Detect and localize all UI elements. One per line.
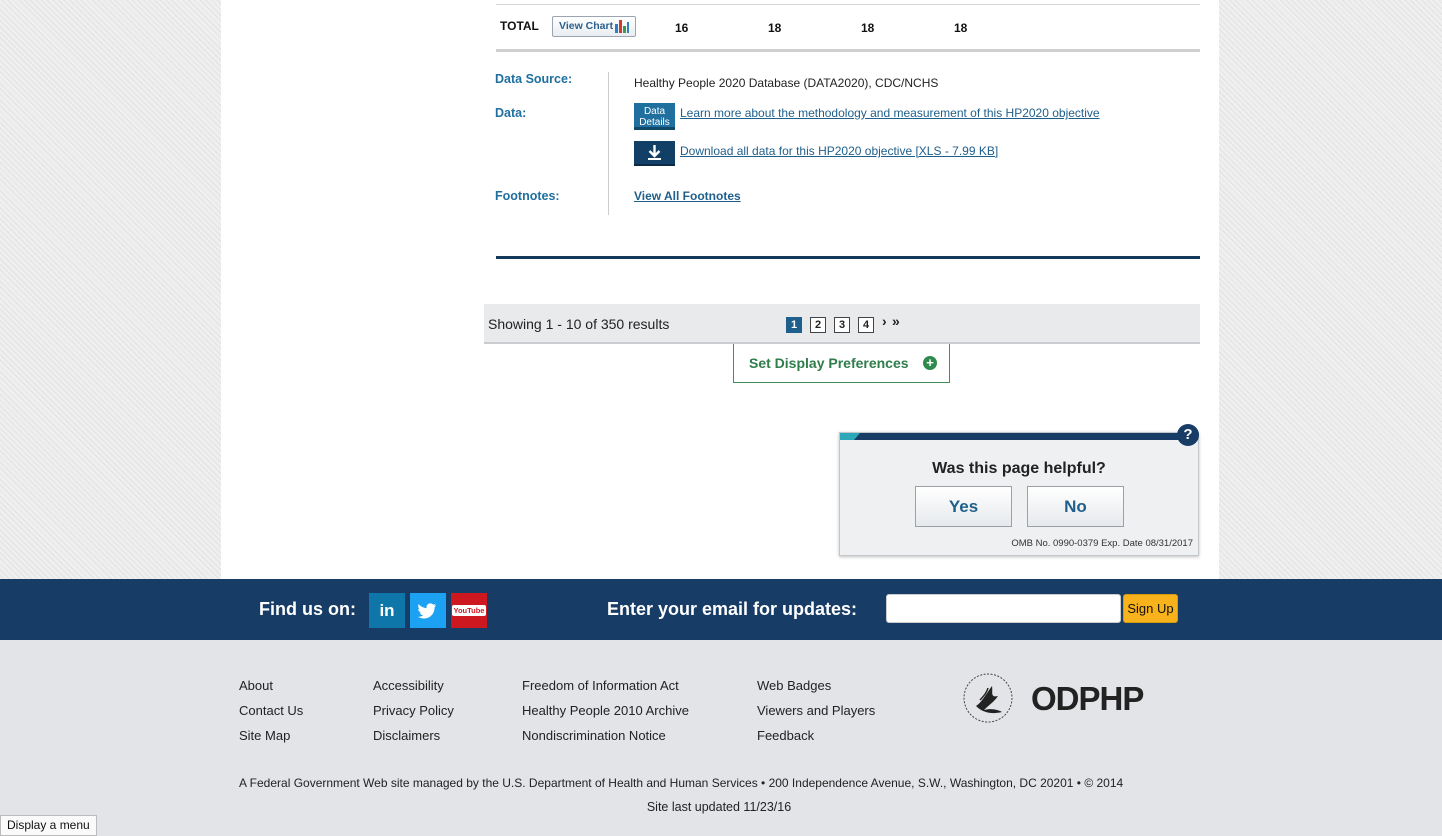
view-chart-label: View Chart <box>559 20 614 32</box>
odphp-logo[interactable]: ODPHP <box>1031 680 1144 718</box>
footer: About Contact Us Site Map Accessibility … <box>0 640 1442 836</box>
footer-link-about[interactable]: About <box>239 678 273 693</box>
bar-chart-icon <box>615 20 629 33</box>
email-input[interactable] <box>886 594 1121 623</box>
omb-number: OMB No. 0990-0379 Exp. Date 08/31/2017 <box>1011 538 1193 549</box>
page-3-button[interactable]: 3 <box>834 317 850 333</box>
footer-link-web-badges[interactable]: Web Badges <box>757 678 831 693</box>
results-bar: Showing 1 - 10 of 350 results 1 2 3 4 › … <box>484 304 1200 344</box>
footer-link-viewers-players[interactable]: Viewers and Players <box>757 703 875 718</box>
footer-link-hp2010-archive[interactable]: Healthy People 2010 Archive <box>522 703 689 718</box>
set-display-preferences-button[interactable]: Set Display Preferences + <box>733 344 950 383</box>
footer-agency-note: A Federal Government Web site managed by… <box>239 776 1124 790</box>
methodology-link[interactable]: Learn more about the methodology and mea… <box>680 106 1100 120</box>
page-4-button[interactable]: 4 <box>858 317 874 333</box>
feedback-question: Was this page helpful? <box>932 460 1106 477</box>
site-last-updated: Site last updated 11/23/16 <box>646 800 792 814</box>
view-footnotes-link[interactable]: View All Footnotes <box>634 189 741 203</box>
total-label: TOTAL <box>500 19 539 33</box>
view-chart-button[interactable]: View Chart <box>552 16 636 37</box>
footnotes-label: Footnotes: <box>495 189 560 203</box>
footer-link-accessibility[interactable]: Accessibility <box>373 678 444 693</box>
feedback-widget: Was this page helpful? Yes No OMB No. 09… <box>839 432 1199 556</box>
footer-link-contact-us[interactable]: Contact Us <box>239 703 303 718</box>
plus-circle-icon: + <box>923 356 937 370</box>
yes-button[interactable]: Yes <box>915 486 1012 527</box>
footer-link-disclaimers[interactable]: Disclaimers <box>373 728 440 743</box>
meta-divider <box>608 72 609 215</box>
youtube-label: YouTube <box>451 605 487 616</box>
table-row-total: TOTAL View Chart 16 18 18 18 <box>496 5 1200 49</box>
set-display-preferences-label: Set Display Preferences <box>749 355 909 371</box>
section-rule <box>496 256 1200 259</box>
footer-link-foia[interactable]: Freedom of Information Act <box>522 678 679 693</box>
footer-link-nondiscrimination[interactable]: Nondiscrimination Notice <box>522 728 666 743</box>
total-value-1: 16 <box>675 21 689 35</box>
data-details-icon[interactable]: Data Details <box>634 103 675 130</box>
download-link[interactable]: Download all data for this HP2020 object… <box>680 144 998 158</box>
linkedin-icon[interactable]: in <box>369 593 405 628</box>
no-button[interactable]: No <box>1027 486 1124 527</box>
last-page-icon[interactable]: » <box>892 313 900 329</box>
total-value-2: 18 <box>768 21 782 35</box>
data-source-value: Healthy People 2020 Database (DATA2020),… <box>634 76 939 90</box>
results-count: Showing 1 - 10 of 350 results <box>488 316 670 332</box>
data-label: Data: <box>495 106 527 120</box>
data-source-label: Data Source: <box>495 72 573 86</box>
help-icon[interactable]: ? <box>1177 424 1199 446</box>
find-us-label: Find us on: <box>259 599 356 619</box>
footer-link-feedback[interactable]: Feedback <box>757 728 814 743</box>
sign-up-button[interactable]: Sign Up <box>1123 594 1178 623</box>
page-1-button[interactable]: 1 <box>786 317 802 333</box>
hhs-seal-icon[interactable] <box>962 672 1014 724</box>
social-bar: Find us on: in YouTube Enter your email … <box>0 579 1442 640</box>
next-page-icon[interactable]: › <box>882 313 887 329</box>
email-updates-label: Enter your email for updates: <box>607 599 858 619</box>
table-bottom-rule <box>496 49 1200 52</box>
footer-link-privacy-policy[interactable]: Privacy Policy <box>373 703 454 718</box>
total-value-4: 18 <box>954 21 968 35</box>
footer-link-site-map[interactable]: Site Map <box>239 728 290 743</box>
youtube-icon[interactable]: YouTube <box>451 593 487 628</box>
twitter-icon[interactable] <box>410 593 446 628</box>
display-menu-button[interactable]: Display a menu <box>0 815 97 836</box>
page-2-button[interactable]: 2 <box>810 317 826 333</box>
download-icon[interactable] <box>634 141 675 166</box>
feedback-topbar <box>840 433 1198 440</box>
total-value-3: 18 <box>861 21 875 35</box>
